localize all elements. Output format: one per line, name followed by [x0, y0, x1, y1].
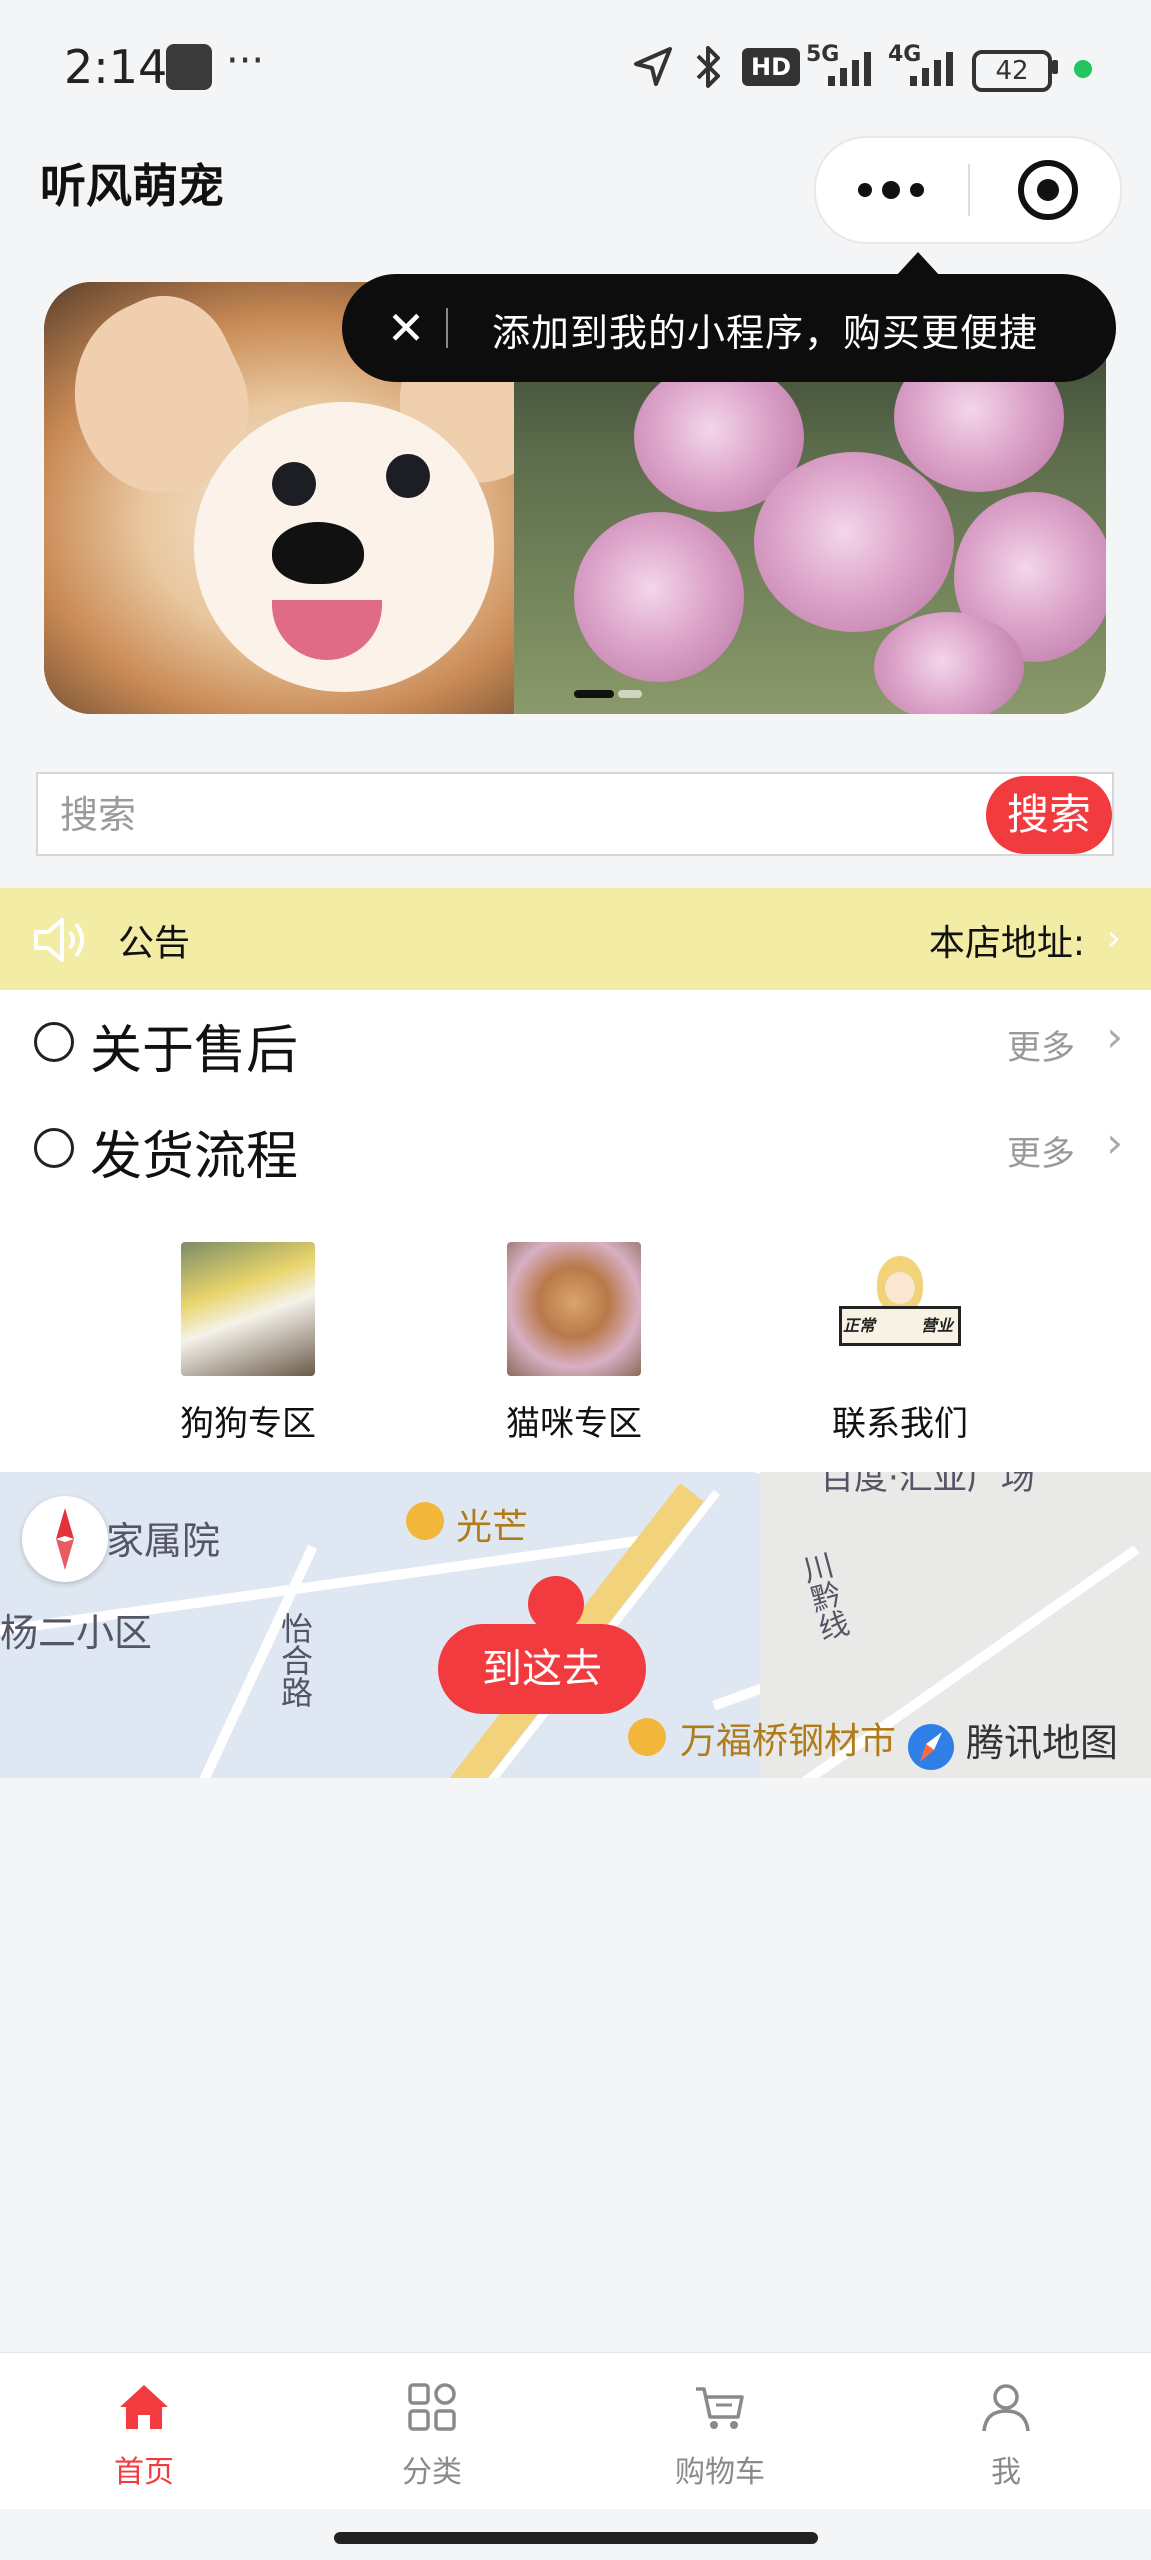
tooltip-arrow [896, 252, 940, 276]
category-contact[interactable]: 正常 营业 联系我们 [800, 1242, 1000, 1445]
category-label: 联系我们 [832, 1404, 968, 1444]
map-label: 杨二小区 [0, 1611, 153, 1655]
category-cats[interactable]: 猫咪专区 [474, 1242, 674, 1445]
tencent-map-logo-icon [908, 1724, 954, 1770]
more-link[interactable]: 更多 [1007, 1020, 1075, 1069]
contact-image: 正常 营业 [833, 1242, 967, 1376]
list-item-title: 发货流程 [90, 1127, 299, 1187]
search-box [36, 772, 1114, 856]
rose [754, 452, 954, 632]
tab-label: 购物车 [675, 2455, 765, 2490]
tab-label: 首页 [114, 2455, 174, 2490]
dog-zone-image [181, 1242, 315, 1376]
bottom-tab-bar: 首页 分类 购物车 我 [0, 2352, 1151, 2509]
rose [574, 512, 744, 682]
app-notification-icon [166, 44, 212, 90]
stamp-text-2: 营业 [921, 1316, 954, 1335]
more-dot-icon [910, 183, 924, 197]
signal-5g-icon [828, 52, 871, 86]
tab-cart[interactable]: 购物车 [620, 2353, 820, 2509]
battery-tip [1052, 60, 1058, 74]
poi-label: 万福桥钢材市 [680, 1721, 897, 1762]
tooltip-divider [446, 308, 448, 348]
poi-icon [406, 1502, 444, 1540]
category-label: 猫咪专区 [506, 1404, 642, 1444]
status-more: ··· [226, 38, 265, 84]
carousel-indicator [618, 690, 642, 698]
location-icon [634, 47, 672, 86]
carousel-indicator-active [574, 690, 614, 698]
map-label: 百度·汇亚广场 [820, 1472, 1035, 1498]
map-provider: 腾讯地图 [966, 1721, 1119, 1765]
dog-eye [386, 454, 430, 498]
list-item-after-sales[interactable]: 关于售后 更多 › [0, 990, 1151, 1096]
category-label: 狗狗专区 [180, 1404, 316, 1444]
dog-nose [272, 522, 364, 584]
more-menu-button[interactable] [816, 138, 966, 242]
category-grid: 狗狗专区 猫咪专区 正常 营业 联系我们 [0, 1204, 1151, 1472]
tab-label: 分类 [402, 2455, 462, 2490]
tooltip-text: 添加到我的小程序，购买更便捷 [492, 311, 1039, 355]
battery-icon: 42 [972, 50, 1052, 92]
bluetooth-icon [696, 46, 720, 88]
store-address: 本店地址: [928, 923, 1085, 964]
notice-bar[interactable]: 公告 本店地址: › [0, 888, 1151, 990]
more-dot-icon [882, 181, 900, 199]
compass-icon[interactable] [22, 1496, 108, 1582]
notice-label: 公告 [118, 923, 191, 964]
map-label: 怡合路 [276, 1612, 314, 1708]
capsule-divider [968, 164, 970, 216]
tab-label: 我 [991, 2455, 1021, 2490]
home-icon [120, 2385, 168, 2429]
tab-home[interactable]: 首页 [44, 2353, 244, 2509]
add-miniprogram-tooltip: ✕ 添加到我的小程序，购买更便捷 [342, 274, 1116, 382]
map-label: 家属院 [106, 1519, 221, 1563]
dog-eye [272, 462, 316, 506]
poi-label: 光芒 [456, 1507, 529, 1548]
tab-me[interactable]: 我 [906, 2353, 1106, 2509]
miniprogram-capsule [814, 136, 1122, 244]
cart-icon [696, 2387, 744, 2429]
chevron-right-icon: › [1106, 1012, 1123, 1061]
navigate-button[interactable]: 到这去 [438, 1624, 646, 1714]
category-icon [408, 2383, 456, 2431]
store-map[interactable]: 家属院 杨二小区 怡合路 川黔线 百度·汇亚广场 光芒 万福桥钢材市 到这去 腾… [0, 1472, 1151, 1778]
chevron-right-icon: › [1106, 918, 1121, 959]
status-bar: 2:14 ··· HD 5G 4G 42 [0, 0, 1151, 135]
poi-icon [628, 1718, 666, 1756]
privacy-indicator [1074, 60, 1092, 78]
article-list: 关于售后 更多 › 发货流程 更多 › [0, 990, 1151, 1204]
category-dogs[interactable]: 狗狗专区 [148, 1242, 348, 1445]
status-time: 2:14 [64, 40, 168, 94]
stamp-text-1: 正常 [843, 1316, 876, 1335]
chevron-right-icon: › [1106, 1118, 1123, 1167]
tooltip-close-icon[interactable]: ✕ [378, 300, 434, 356]
more-dot-icon [858, 183, 872, 197]
speaker-icon [34, 918, 84, 962]
radio-icon [34, 1022, 74, 1062]
list-item-title: 关于售后 [90, 1021, 299, 1081]
tab-category[interactable]: 分类 [332, 2353, 532, 2509]
list-item-shipping[interactable]: 发货流程 更多 › [0, 1096, 1151, 1202]
cat-zone-image [507, 1242, 641, 1376]
close-miniprogram-button[interactable] [1018, 160, 1078, 220]
signal-4g-icon [910, 52, 953, 86]
user-icon [982, 2384, 1030, 2432]
rose [874, 612, 1024, 714]
home-indicator[interactable] [334, 2532, 818, 2544]
radio-icon [34, 1128, 74, 1168]
page-title: 听风萌宠 [40, 159, 224, 213]
search-input[interactable] [58, 774, 962, 856]
search-button[interactable]: 搜索 [986, 776, 1112, 854]
more-link[interactable]: 更多 [1007, 1126, 1075, 1175]
hd-badge: HD [742, 48, 800, 86]
